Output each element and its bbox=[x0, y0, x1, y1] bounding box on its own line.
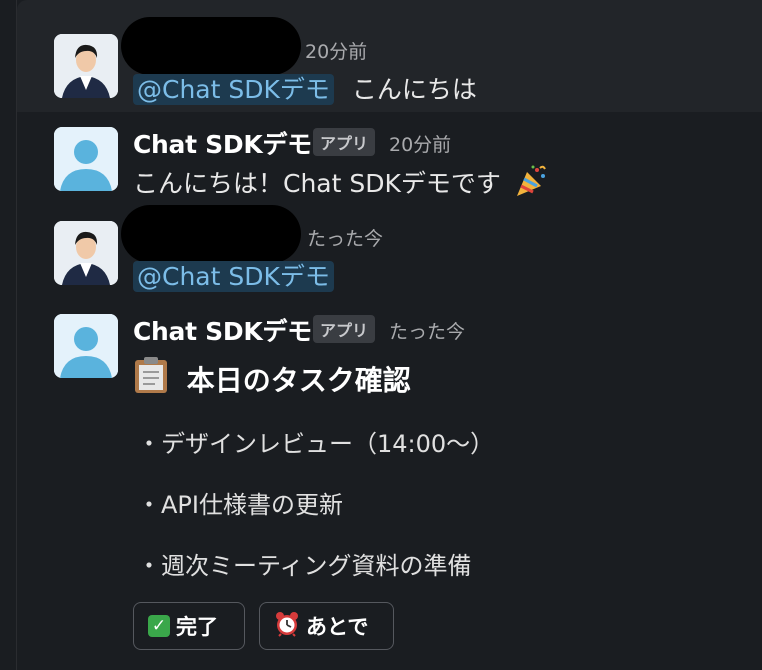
done-button-label: 完了 bbox=[176, 615, 218, 639]
alarm-clock-icon bbox=[274, 611, 300, 642]
task-heading: 本日のタスク確認 bbox=[133, 356, 411, 401]
message-text: こんにちは！Chat SDKデモです bbox=[133, 164, 547, 204]
bot-avatar[interactable] bbox=[54, 314, 118, 378]
timestamp[interactable]: たった今 bbox=[389, 317, 465, 344]
user-avatar[interactable] bbox=[54, 34, 118, 98]
done-button[interactable]: ✓ 完了 bbox=[133, 602, 245, 650]
check-mark-icon: ✓ bbox=[148, 615, 170, 637]
app-badge: アプリ bbox=[313, 315, 376, 343]
message-panel: 20分前 @Chat SDKデモ こんにちは Chat SDKデモ アプリ 20… bbox=[16, 0, 762, 670]
sender-name[interactable]: Chat SDKデモ bbox=[133, 312, 312, 348]
message-text: @Chat SDKデモ bbox=[133, 257, 334, 293]
message-content: こんにちは！Chat SDKデモです bbox=[133, 169, 501, 198]
sender-name[interactable]: Chat SDKデモ bbox=[133, 125, 312, 161]
later-button[interactable]: あとで bbox=[259, 602, 394, 650]
clipboard-icon bbox=[133, 356, 169, 401]
redacted-username bbox=[121, 205, 301, 263]
timestamp[interactable]: 20分前 bbox=[389, 130, 451, 157]
task-item: ・デザインレビュー（14:00〜） bbox=[137, 430, 495, 458]
message-text: @Chat SDKデモ こんにちは bbox=[133, 70, 477, 106]
bot-avatar[interactable] bbox=[54, 127, 118, 191]
app-badge: アプリ bbox=[313, 128, 376, 156]
task-item: ・API仕様書の更新 bbox=[137, 491, 343, 519]
mention-link[interactable]: @Chat SDKデモ bbox=[133, 261, 334, 292]
timestamp[interactable]: 20分前 bbox=[305, 37, 367, 64]
party-popper-icon bbox=[513, 164, 547, 204]
user-avatar[interactable] bbox=[54, 221, 118, 285]
mention-link[interactable]: @Chat SDKデモ bbox=[133, 74, 334, 105]
task-title-text: 本日のタスク確認 bbox=[186, 364, 411, 397]
later-button-label: あとで bbox=[306, 615, 369, 639]
timestamp[interactable]: たった今 bbox=[307, 224, 383, 251]
task-item: ・週次ミーティング資料の準備 bbox=[137, 552, 472, 580]
redacted-username bbox=[121, 17, 301, 75]
message-content: こんにちは bbox=[351, 75, 477, 104]
